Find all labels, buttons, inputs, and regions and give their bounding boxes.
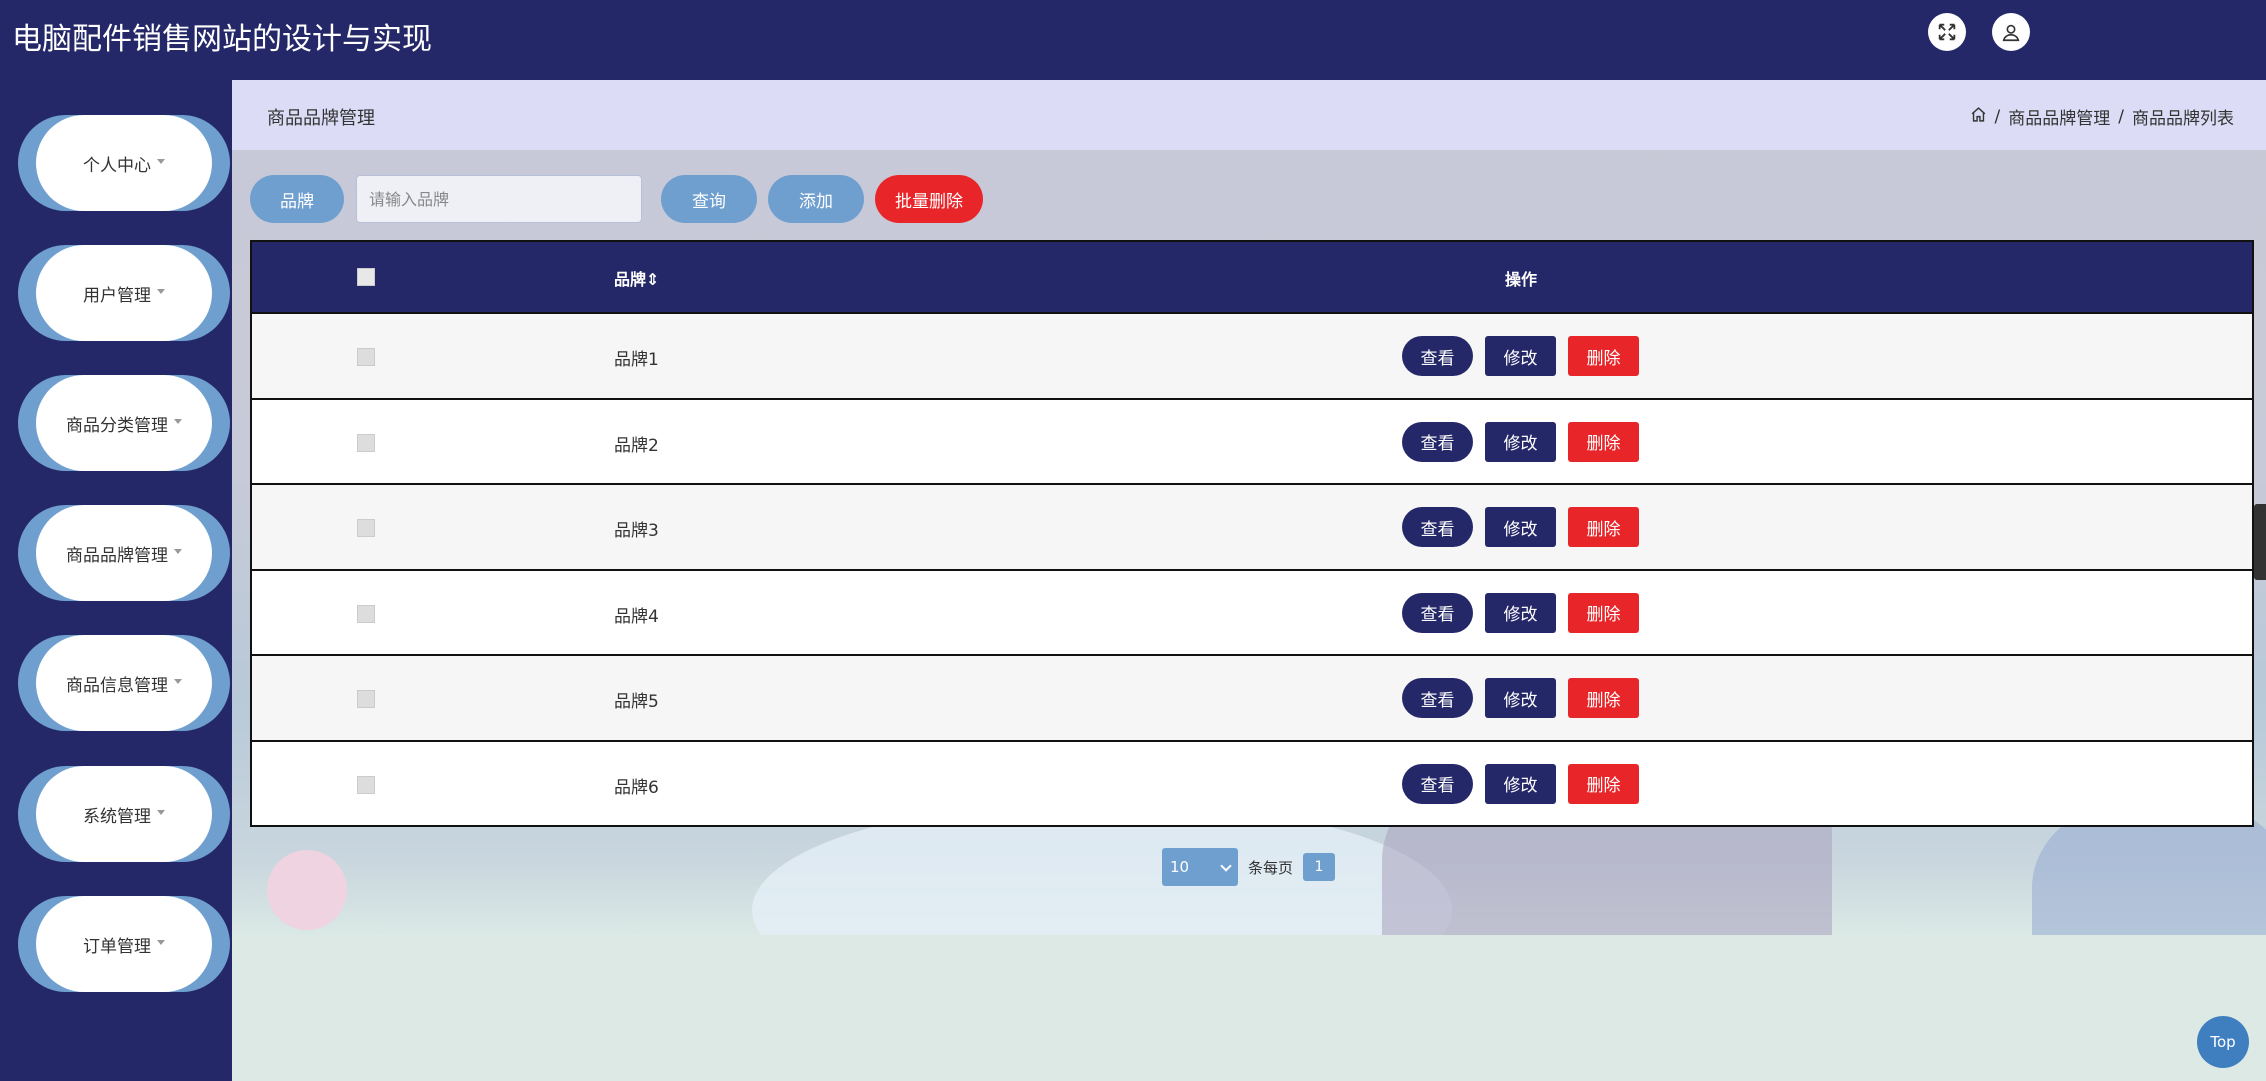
brand-cell: 品牌4 <box>614 606 659 627</box>
view-button[interactable]: 查看 <box>1402 678 1473 718</box>
background-decoration <box>232 935 2266 1081</box>
sidebar-item-categories[interactable]: 商品分类管理 <box>18 375 230 471</box>
sidebar-item-label: 用户管理 <box>83 285 151 306</box>
delete-button[interactable]: 删除 <box>1568 763 1639 804</box>
app-title: 电脑配件销售网站的设计与实现 <box>12 22 432 57</box>
table-row: 品牌2 查看 修改 删除 <box>252 397 2252 483</box>
side-drawer-handle[interactable] <box>2254 504 2266 580</box>
view-button[interactable]: 查看 <box>1402 421 1473 462</box>
sidebar-item-label: 商品品牌管理 <box>66 545 168 566</box>
fullscreen-icon[interactable] <box>1928 13 1966 51</box>
edit-button[interactable]: 修改 <box>1485 507 1556 547</box>
query-button[interactable]: 查询 <box>661 175 757 223</box>
page-title: 商品品牌管理 <box>267 108 375 129</box>
edit-button[interactable]: 修改 <box>1485 336 1556 376</box>
sidebar-item-label: 订单管理 <box>83 936 151 957</box>
sidebar-item-label: 系统管理 <box>83 806 151 827</box>
row-checkbox[interactable] <box>357 604 375 623</box>
home-icon[interactable] <box>1970 106 1987 128</box>
add-button[interactable]: 添加 <box>768 175 864 223</box>
main-content: 商品品牌管理 / 商品品牌管理 / 商品品牌列表 品牌 查询 添加 批量删除 品… <box>232 80 2266 1081</box>
caret-down-icon <box>174 548 182 554</box>
back-to-top-button[interactable]: Top <box>2197 1016 2249 1068</box>
brand-cell: 品牌6 <box>614 777 659 798</box>
brand-cell: 品牌3 <box>614 521 659 541</box>
row-checkbox[interactable] <box>357 433 375 452</box>
page-number-button[interactable]: 1 <box>1303 853 1336 881</box>
row-checkbox[interactable] <box>357 775 375 794</box>
sidebar-item-brands[interactable]: 商品品牌管理 <box>18 505 230 601</box>
delete-button[interactable]: 删除 <box>1568 592 1639 633</box>
brand-cell: 品牌5 <box>614 692 659 712</box>
edit-button[interactable]: 修改 <box>1485 678 1556 718</box>
view-button[interactable]: 查看 <box>1402 336 1473 376</box>
sidebar-item-products[interactable]: 商品信息管理 <box>18 635 230 731</box>
table-row: 品牌4 查看 修改 删除 <box>252 568 2252 654</box>
column-header-brand[interactable]: 品牌⇕ <box>614 266 659 290</box>
select-all-checkbox[interactable] <box>357 268 375 286</box>
column-header-ops: 操作 <box>1505 270 1538 289</box>
pagination: 10 条每页 1 <box>1162 848 1336 886</box>
breadcrumb-separator: / <box>2118 106 2124 127</box>
delete-button[interactable]: 删除 <box>1568 507 1639 547</box>
table-row: 品牌6 查看 修改 删除 <box>252 739 2252 825</box>
edit-button[interactable]: 修改 <box>1485 763 1556 804</box>
view-button[interactable]: 查看 <box>1402 507 1473 547</box>
sidebar-item-label: 个人中心 <box>83 155 151 176</box>
caret-down-icon <box>157 939 165 945</box>
sidebar-item-label: 商品信息管理 <box>66 675 168 696</box>
caret-down-icon <box>157 288 165 294</box>
brand-search-input[interactable] <box>356 175 642 223</box>
breadcrumb-item: 商品品牌列表 <box>2132 109 2234 129</box>
table-row: 品牌1 查看 修改 删除 <box>252 312 2252 398</box>
table-row: 品牌3 查看 修改 删除 <box>252 483 2252 569</box>
breadcrumb: / 商品品牌管理 / 商品品牌列表 <box>1970 104 2234 129</box>
edit-button[interactable]: 修改 <box>1485 421 1556 462</box>
sort-icon[interactable]: ⇕ <box>646 270 659 289</box>
top-bar: 电脑配件销售网站的设计与实现 <box>0 0 2266 80</box>
brand-label: 品牌 <box>250 175 344 223</box>
table-header: 品牌⇕ 操作 <box>252 242 2252 312</box>
delete-button[interactable]: 删除 <box>1568 421 1639 462</box>
batch-delete-button[interactable]: 批量删除 <box>875 175 983 223</box>
sidebar-item-users[interactable]: 用户管理 <box>18 245 230 341</box>
breadcrumb-separator: / <box>1994 106 2001 127</box>
row-checkbox[interactable] <box>357 348 375 366</box>
sidebar-item-label: 商品分类管理 <box>66 415 168 436</box>
sidebar-item-orders[interactable]: 订单管理 <box>18 896 230 992</box>
table-row: 品牌5 查看 修改 删除 <box>252 654 2252 740</box>
caret-down-icon <box>157 809 165 815</box>
row-checkbox[interactable] <box>357 690 375 708</box>
page-header: 商品品牌管理 / 商品品牌管理 / 商品品牌列表 <box>232 80 2266 150</box>
sidebar-item-personal-center[interactable]: 个人中心 <box>18 115 230 211</box>
breadcrumb-item[interactable]: 商品品牌管理 <box>2008 104 2110 129</box>
caret-down-icon <box>174 418 182 424</box>
sidebar-item-system[interactable]: 系统管理 <box>18 766 230 862</box>
delete-button[interactable]: 删除 <box>1568 336 1639 376</box>
page-size-select[interactable]: 10 <box>1162 848 1238 886</box>
row-checkbox[interactable] <box>357 519 375 537</box>
user-icon[interactable] <box>1992 13 2030 51</box>
edit-button[interactable]: 修改 <box>1485 592 1556 633</box>
delete-button[interactable]: 删除 <box>1568 678 1639 718</box>
view-button[interactable]: 查看 <box>1402 763 1473 804</box>
caret-down-icon <box>157 158 165 164</box>
brand-table: 品牌⇕ 操作 品牌1 查看 修改 删除 品牌2 查看 修改 删除 品牌3 查看 … <box>250 240 2254 827</box>
chevron-down-icon <box>1220 860 1232 872</box>
brand-cell: 品牌2 <box>614 435 659 456</box>
per-page-label: 条每页 <box>1248 858 1294 877</box>
sidebar: 个人中心 用户管理 商品分类管理 商品品牌管理 商品信息管理 系统管理 订单管理 <box>0 80 232 1081</box>
flower-decoration <box>267 850 347 930</box>
view-button[interactable]: 查看 <box>1402 592 1473 633</box>
brand-cell: 品牌1 <box>614 350 659 370</box>
caret-down-icon <box>174 678 182 684</box>
